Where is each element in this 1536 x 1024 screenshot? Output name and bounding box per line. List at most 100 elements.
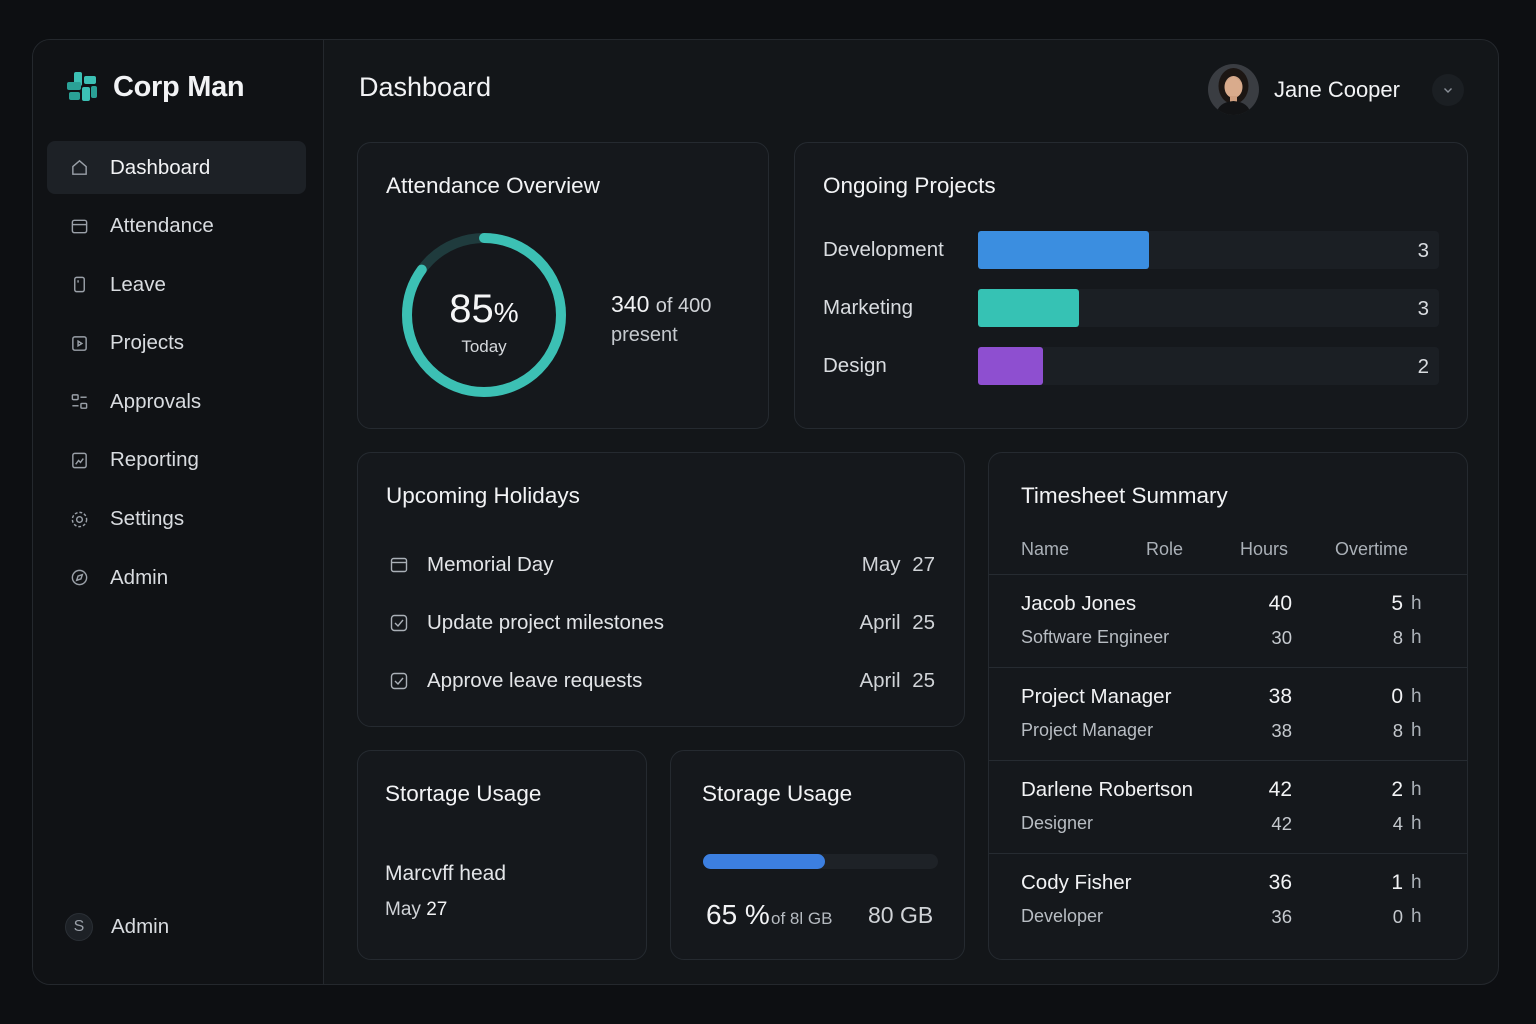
hours-value-secondary: 36 <box>1271 906 1292 927</box>
attendance-percent-symbol: % <box>493 297 519 328</box>
storage-percent: 65 % <box>706 899 770 930</box>
gear-icon <box>69 509 89 529</box>
hours-value: 40 <box>1268 592 1292 615</box>
attendance-present-count: 340 <box>611 291 650 317</box>
storage-left-day: 27 <box>426 899 448 920</box>
sidebar-item-admin[interactable]: Admin <box>47 551 306 604</box>
brand-name: Corp Man <box>113 70 245 103</box>
holiday-name: Approve leave requests <box>427 669 643 692</box>
card-title: Ongoing Projects <box>823 173 996 198</box>
holiday-row[interactable]: Approve leave requests April 25 <box>388 666 935 696</box>
avatar <box>1208 64 1259 115</box>
toggles-icon <box>69 392 89 412</box>
attendance-present-label: present <box>611 324 678 346</box>
holiday-date: April 25 <box>859 611 935 634</box>
app-window: Corp Man Dashboard Attendance Leave Proj… <box>32 39 1499 985</box>
hours-value-secondary: 30 <box>1271 627 1292 648</box>
user-menu-toggle[interactable] <box>1431 73 1464 106</box>
project-bar-track: 3 <box>978 231 1439 269</box>
project-bar-fill <box>978 347 1043 385</box>
sidebar-item-approvals[interactable]: Approvals <box>47 375 306 428</box>
employee-name: Darlene Robertson <box>1021 778 1194 801</box>
overtime-value-secondary: 8 <box>1392 627 1403 648</box>
hours-value: 36 <box>1268 871 1292 894</box>
hours-value-secondary: 38 <box>1271 720 1292 741</box>
column-header-overtime[interactable]: Overtime <box>1335 539 1408 560</box>
timesheet-card: Timesheet Summary Name Role Hours Overti… <box>988 452 1468 960</box>
overtime-unit: h <box>1411 813 1422 834</box>
sidebar-item-label: Attendance <box>110 214 214 238</box>
project-row-design[interactable]: Design 2 <box>823 347 1439 385</box>
avatar: S <box>65 913 93 941</box>
corp-logo-icon <box>67 72 97 101</box>
employee-name: Project Manager <box>1021 685 1172 708</box>
project-bar-fill <box>978 289 1080 327</box>
user-menu[interactable]: Jane Cooper <box>1208 64 1464 115</box>
project-count: 3 <box>1417 297 1429 320</box>
row-divider <box>989 760 1467 761</box>
project-label: Design <box>823 354 887 377</box>
project-count: 3 <box>1417 239 1429 262</box>
hours-value: 38 <box>1268 685 1292 708</box>
project-count: 2 <box>1417 355 1429 378</box>
project-label: Development <box>823 238 944 261</box>
project-label: Marketing <box>823 296 914 319</box>
project-bar-track: 2 <box>978 347 1439 385</box>
employee-role: Designer <box>1021 813 1094 833</box>
row-divider <box>989 574 1467 575</box>
sidebar-item-label: Admin <box>110 565 169 589</box>
holiday-date: April 25 <box>859 669 935 692</box>
project-row-marketing[interactable]: Marketing 3 <box>823 289 1439 327</box>
sidebar-item-projects[interactable]: Projects <box>47 317 306 370</box>
overtime-value: 0 <box>1391 685 1403 708</box>
column-header-role[interactable]: Role <box>1146 539 1183 560</box>
storage-left-line1: Marcvff head <box>385 862 507 885</box>
sidebar-item-settings[interactable]: Settings <box>47 493 306 546</box>
checkbox-icon[interactable] <box>388 612 410 634</box>
calendar-icon <box>69 216 89 236</box>
employee-role: Project Manager <box>1021 720 1154 740</box>
card-title: Timesheet Summary <box>1021 483 1228 508</box>
brand[interactable]: Corp Man <box>65 70 245 104</box>
project-row-development[interactable]: Development 3 <box>823 231 1439 269</box>
sidebar: Corp Man Dashboard Attendance Leave Proj… <box>33 40 324 984</box>
employee-role: Software Engineer <box>1021 627 1170 647</box>
row-divider <box>989 667 1467 668</box>
sidebar-item-dashboard[interactable]: Dashboard <box>47 141 306 194</box>
holiday-row[interactable]: Memorial Day May 27 <box>388 550 935 580</box>
sidebar-item-reporting[interactable]: Reporting <box>47 434 306 487</box>
row-divider <box>989 853 1467 854</box>
overtime-unit: h <box>1411 593 1422 614</box>
overtime-value: 1 <box>1391 871 1403 894</box>
card-title: Stortage Usage <box>385 781 542 806</box>
overtime-value-secondary: 0 <box>1392 906 1403 927</box>
hours-value: 42 <box>1268 778 1292 801</box>
calendar-icon <box>388 554 410 576</box>
attendance-sub-label: Today <box>461 337 507 356</box>
sidebar-item-label: Settings <box>110 507 185 531</box>
storage-bar-fill <box>703 854 826 869</box>
home-icon <box>69 158 89 178</box>
sidebar-item-leave[interactable]: Leave <box>47 258 306 311</box>
storage-of-total: of 8l GB <box>771 909 833 928</box>
storage-right-card: Storage Usage 65 % of 8l GB 80 GB <box>670 750 965 960</box>
overtime-value-secondary: 4 <box>1392 813 1403 834</box>
sidebar-nav: Dashboard Attendance Leave Projects Appr… <box>47 141 306 610</box>
sidebar-item-attendance[interactable]: Attendance <box>47 200 306 253</box>
project-bar-fill <box>978 231 1149 269</box>
card-title: Storage Usage <box>702 781 853 806</box>
overtime-unit: h <box>1411 627 1422 648</box>
storage-left-month: May <box>385 899 421 920</box>
sidebar-item-label: Approvals <box>110 389 202 413</box>
sidebar-item-label: Reporting <box>110 448 199 472</box>
sidebar-user[interactable]: S Admin <box>65 913 169 941</box>
column-header-hours[interactable]: Hours <box>1240 539 1288 560</box>
column-header-name[interactable]: Name <box>1021 539 1069 560</box>
user-photo-icon <box>1208 64 1259 115</box>
holiday-row[interactable]: Update project milestones April 25 <box>388 608 935 638</box>
phone-icon <box>69 275 89 295</box>
report-icon <box>69 450 89 470</box>
attendance-percent: 85% <box>398 287 570 332</box>
checkbox-icon[interactable] <box>388 670 410 692</box>
overtime-unit: h <box>1411 720 1422 741</box>
